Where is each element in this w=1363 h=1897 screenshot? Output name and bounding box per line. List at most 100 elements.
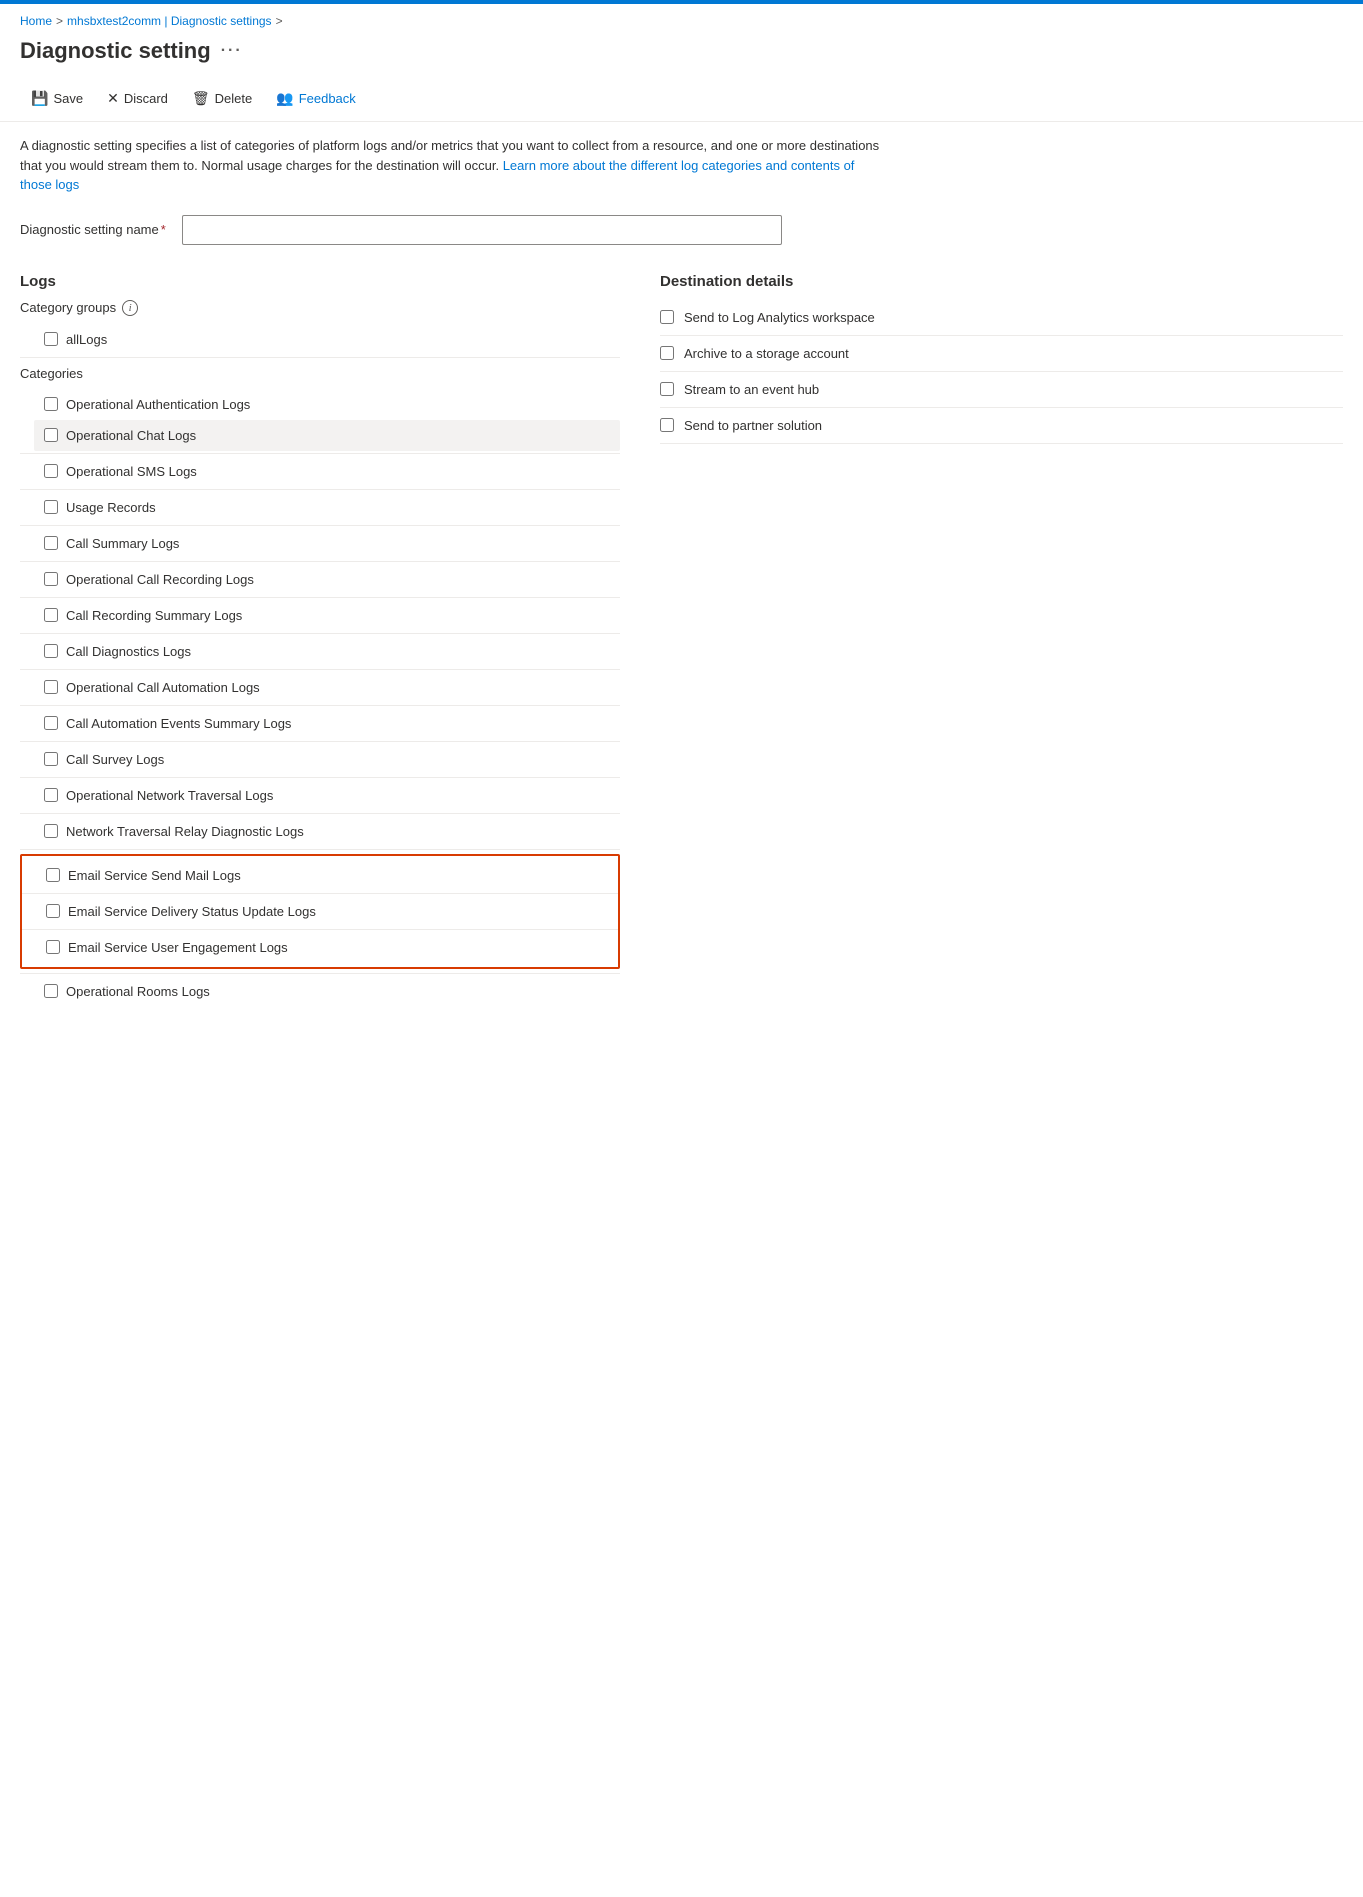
divider-9	[20, 705, 620, 706]
checkbox-call-automation-events-label[interactable]: Call Automation Events Summary Logs	[66, 716, 291, 731]
checkbox-log-analytics-label[interactable]: Send to Log Analytics workspace	[684, 310, 875, 325]
form-section: Diagnostic setting name*	[0, 205, 1363, 267]
checkbox-op-sms[interactable]: Operational SMS Logs	[34, 456, 620, 487]
checkbox-op-call-automation-input[interactable]	[44, 680, 58, 694]
checkbox-allLogs-label[interactable]: allLogs	[66, 332, 107, 347]
divider-14	[20, 973, 620, 974]
divider-5	[20, 561, 620, 562]
checkbox-op-network-traversal[interactable]: Operational Network Traversal Logs	[34, 780, 620, 811]
checkbox-op-network-traversal-input[interactable]	[44, 788, 58, 802]
required-star: *	[161, 222, 166, 237]
destination-event-hub[interactable]: Stream to an event hub	[660, 372, 1343, 408]
checkbox-usage-records-input[interactable]	[44, 500, 58, 514]
name-field-row: Diagnostic setting name*	[20, 215, 1343, 245]
checkbox-call-survey-input[interactable]	[44, 752, 58, 766]
checkbox-network-traversal-relay[interactable]: Network Traversal Relay Diagnostic Logs	[34, 816, 620, 847]
breadcrumb-home[interactable]: Home	[20, 14, 52, 28]
save-label: Save	[53, 91, 83, 106]
checkbox-usage-records[interactable]: Usage Records	[34, 492, 620, 523]
checkbox-event-hub-label[interactable]: Stream to an event hub	[684, 382, 819, 397]
checkbox-op-auth-input[interactable]	[44, 397, 58, 411]
checkbox-email-send-mail-label[interactable]: Email Service Send Mail Logs	[68, 868, 241, 883]
save-button[interactable]: 💾 Save	[20, 84, 94, 113]
save-icon: 💾	[31, 90, 48, 107]
checkbox-op-call-recording-input[interactable]	[44, 572, 58, 586]
checkbox-email-user-engagement-label[interactable]: Email Service User Engagement Logs	[68, 940, 288, 955]
checkbox-op-call-automation-label[interactable]: Operational Call Automation Logs	[66, 680, 260, 695]
breadcrumb-sep1: >	[56, 14, 63, 28]
toolbar: 💾 Save ✕ Discard 🗑 Delete 👥 Feedback	[0, 76, 1363, 122]
divider-1	[20, 357, 620, 358]
checkbox-storage-account-input[interactable]	[660, 346, 674, 360]
feedback-icon: 👥	[276, 90, 293, 107]
categories-label: Categories	[20, 366, 620, 381]
checkbox-email-send-mail-input[interactable]	[46, 868, 60, 882]
destination-log-analytics[interactable]: Send to Log Analytics workspace	[660, 300, 1343, 336]
checkbox-allLogs-input[interactable]	[44, 332, 58, 346]
checkbox-op-rooms-label[interactable]: Operational Rooms Logs	[66, 984, 210, 999]
destination-section: Destination details Send to Log Analytic…	[620, 267, 1343, 1007]
checkbox-op-call-recording-label[interactable]: Operational Call Recording Logs	[66, 572, 254, 587]
delete-button[interactable]: 🗑 Delete	[181, 84, 263, 113]
checkbox-op-chat-label[interactable]: Operational Chat Logs	[66, 428, 196, 443]
feedback-button[interactable]: 👥 Feedback	[265, 84, 367, 113]
checkbox-call-recording-summary-input[interactable]	[44, 608, 58, 622]
checkbox-log-analytics-input[interactable]	[660, 310, 674, 324]
diagnostic-name-input[interactable]	[182, 215, 782, 245]
checkbox-call-diagnostics-input[interactable]	[44, 644, 58, 658]
checkbox-call-diagnostics-label[interactable]: Call Diagnostics Logs	[66, 644, 191, 659]
checkbox-call-summary[interactable]: Call Summary Logs	[34, 528, 620, 559]
checkbox-network-traversal-relay-label[interactable]: Network Traversal Relay Diagnostic Logs	[66, 824, 304, 839]
divider-10	[20, 741, 620, 742]
destination-storage-account[interactable]: Archive to a storage account	[660, 336, 1343, 372]
feedback-label: Feedback	[299, 91, 356, 106]
checkbox-op-rooms-input[interactable]	[44, 984, 58, 998]
checkbox-email-delivery-status[interactable]: Email Service Delivery Status Update Log…	[36, 896, 618, 927]
checkbox-op-chat[interactable]: Operational Chat Logs	[34, 420, 620, 451]
checkbox-call-automation-events[interactable]: Call Automation Events Summary Logs	[34, 708, 620, 739]
checkbox-network-traversal-relay-input[interactable]	[44, 824, 58, 838]
checkbox-op-auth[interactable]: Operational Authentication Logs	[34, 389, 620, 420]
checkbox-call-survey[interactable]: Call Survey Logs	[34, 744, 620, 775]
checkbox-op-auth-label[interactable]: Operational Authentication Logs	[66, 397, 250, 412]
checkbox-call-diagnostics[interactable]: Call Diagnostics Logs	[34, 636, 620, 667]
checkbox-call-summary-label[interactable]: Call Summary Logs	[66, 536, 179, 551]
name-field-label: Diagnostic setting name*	[20, 222, 166, 237]
checkbox-op-chat-input[interactable]	[44, 428, 58, 442]
divider-6	[20, 597, 620, 598]
checkbox-op-network-traversal-label[interactable]: Operational Network Traversal Logs	[66, 788, 273, 803]
checkbox-email-user-engagement-input[interactable]	[46, 940, 60, 954]
more-options-button[interactable]: ···	[221, 42, 243, 60]
destination-partner-solution[interactable]: Send to partner solution	[660, 408, 1343, 444]
checkbox-email-delivery-status-label[interactable]: Email Service Delivery Status Update Log…	[68, 904, 316, 919]
checkbox-usage-records-label[interactable]: Usage Records	[66, 500, 156, 515]
checkbox-event-hub-input[interactable]	[660, 382, 674, 396]
logs-section-title: Logs	[20, 273, 620, 290]
checkbox-call-recording-summary-label[interactable]: Call Recording Summary Logs	[66, 608, 242, 623]
checkbox-call-automation-events-input[interactable]	[44, 716, 58, 730]
discard-button[interactable]: ✕ Discard	[96, 84, 179, 113]
delete-icon: 🗑	[192, 90, 210, 107]
category-groups-info-icon[interactable]: i	[122, 300, 138, 316]
breadcrumb-resource[interactable]: mhsbxtest2comm | Diagnostic settings	[67, 14, 272, 28]
divider-email-1	[22, 893, 618, 894]
checkbox-op-call-recording[interactable]: Operational Call Recording Logs	[34, 564, 620, 595]
checkbox-email-delivery-status-input[interactable]	[46, 904, 60, 918]
checkbox-partner-solution-input[interactable]	[660, 418, 674, 432]
checkbox-allLogs[interactable]: allLogs	[34, 324, 620, 355]
checkbox-email-user-engagement[interactable]: Email Service User Engagement Logs	[36, 932, 618, 963]
checkbox-op-sms-label[interactable]: Operational SMS Logs	[66, 464, 197, 479]
checkbox-call-survey-label[interactable]: Call Survey Logs	[66, 752, 164, 767]
divider-11	[20, 777, 620, 778]
checkbox-partner-solution-label[interactable]: Send to partner solution	[684, 418, 822, 433]
divider-3	[20, 489, 620, 490]
checkbox-storage-account-label[interactable]: Archive to a storage account	[684, 346, 849, 361]
checkbox-op-sms-input[interactable]	[44, 464, 58, 478]
checkbox-email-send-mail[interactable]: Email Service Send Mail Logs	[36, 860, 618, 891]
checkbox-call-summary-input[interactable]	[44, 536, 58, 550]
destination-section-title: Destination details	[660, 273, 1343, 290]
checkbox-op-rooms[interactable]: Operational Rooms Logs	[34, 976, 620, 1007]
page-title-container: Diagnostic setting ···	[0, 34, 1363, 76]
checkbox-op-call-automation[interactable]: Operational Call Automation Logs	[34, 672, 620, 703]
checkbox-call-recording-summary[interactable]: Call Recording Summary Logs	[34, 600, 620, 631]
